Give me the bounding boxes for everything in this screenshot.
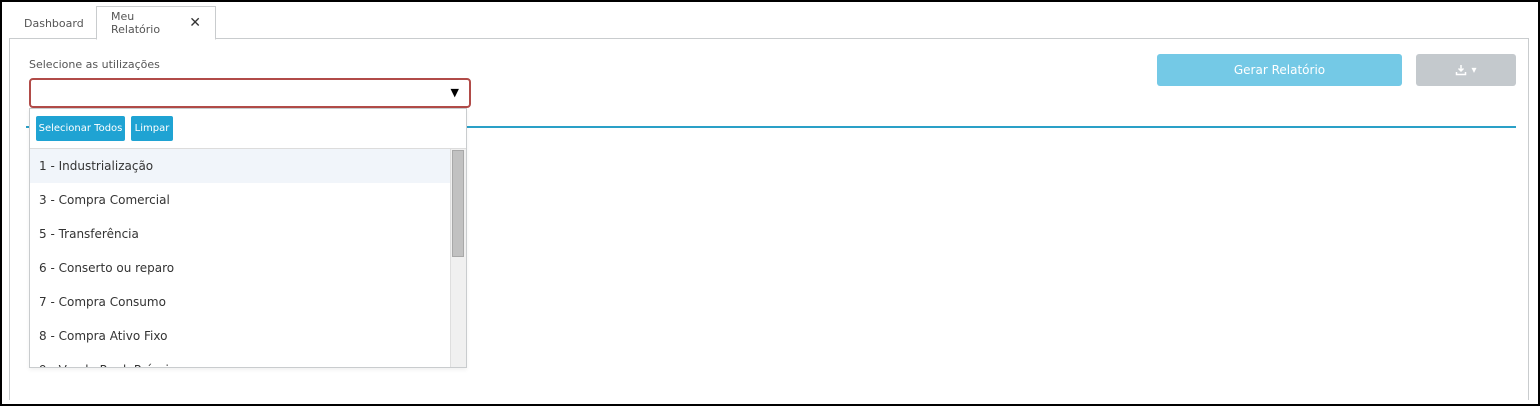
download-icon	[1455, 61, 1467, 80]
gerar-relatorio-label: Gerar Relatório	[1233, 63, 1326, 77]
tab-meu-relatorio-label: Meu Relatório	[111, 10, 161, 36]
chevron-down-icon: ▾	[1471, 64, 1477, 76]
select-label: Selecione as utilizações	[29, 58, 160, 71]
utilizacoes-dropdown: Selecionar Todos Limpar 1 - Industrializ…	[29, 108, 467, 368]
list-item[interactable]: 3 - Compra Comercial	[30, 183, 452, 217]
list-item[interactable]: 5 - Transferência	[30, 217, 452, 251]
list-item[interactable]: 9 - Venda Prod. Própria	[30, 353, 452, 367]
tab-meu-relatorio[interactable]: Meu Relatório ✕	[96, 6, 216, 40]
gerar-relatorio-button[interactable]: Gerar Relatório	[1157, 54, 1402, 86]
download-dropdown-button[interactable]: ▾	[1416, 54, 1516, 86]
utilizacoes-select[interactable]: ▼	[29, 78, 471, 108]
list-item[interactable]: 1 - Industrialização	[30, 149, 452, 183]
list-item[interactable]: 8 - Compra Ativo Fixo	[30, 319, 452, 353]
scroll-thumb[interactable]	[452, 150, 464, 257]
tab-dashboard[interactable]: Dashboard	[10, 8, 96, 38]
select-all-button[interactable]: Selecionar Todos	[36, 116, 125, 141]
clear-button[interactable]: Limpar	[131, 116, 173, 141]
close-icon[interactable]: ✕	[189, 16, 201, 30]
list-item[interactable]: 6 - Conserto ou reparo	[30, 251, 452, 285]
dropdown-actions: Selecionar Todos Limpar	[30, 109, 466, 149]
options-list: 1 - Industrialização 3 - Compra Comercia…	[30, 149, 452, 367]
chevron-down-icon[interactable]: ▼	[451, 86, 459, 99]
scrollbar[interactable]	[450, 149, 466, 367]
tab-dashboard-label: Dashboard	[24, 16, 84, 30]
list-item[interactable]: 7 - Compra Consumo	[30, 285, 452, 319]
